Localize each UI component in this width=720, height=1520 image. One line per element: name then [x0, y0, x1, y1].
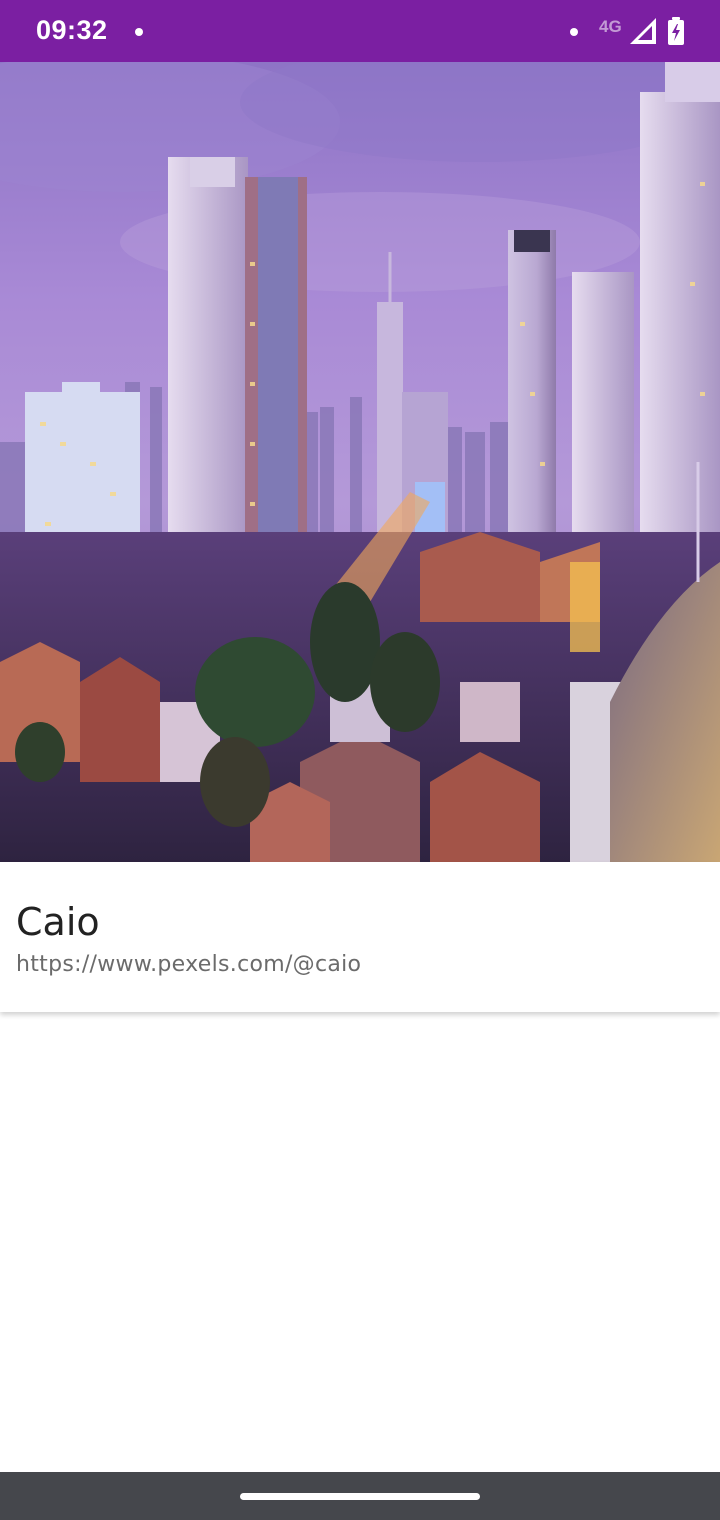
battery-charging-icon	[667, 17, 685, 50]
status-bar: 09:32 4G	[0, 0, 720, 62]
notification-dot-icon	[570, 28, 578, 36]
status-time: 09:32	[36, 15, 108, 45]
home-gesture-handle[interactable]	[240, 1493, 480, 1500]
notification-dot-icon	[135, 28, 143, 36]
hero-image	[0, 62, 720, 862]
network-type-label: 4G	[599, 17, 622, 36]
photographer-url[interactable]: https://www.pexels.com/@caio	[16, 952, 361, 977]
signal-icon	[630, 18, 656, 49]
photographer-name: Caio	[16, 900, 100, 944]
photographer-card[interactable]: Caio https://www.pexels.com/@caio	[0, 862, 720, 1012]
city-night-photo-icon	[0, 62, 720, 862]
navigation-bar	[0, 1472, 720, 1520]
